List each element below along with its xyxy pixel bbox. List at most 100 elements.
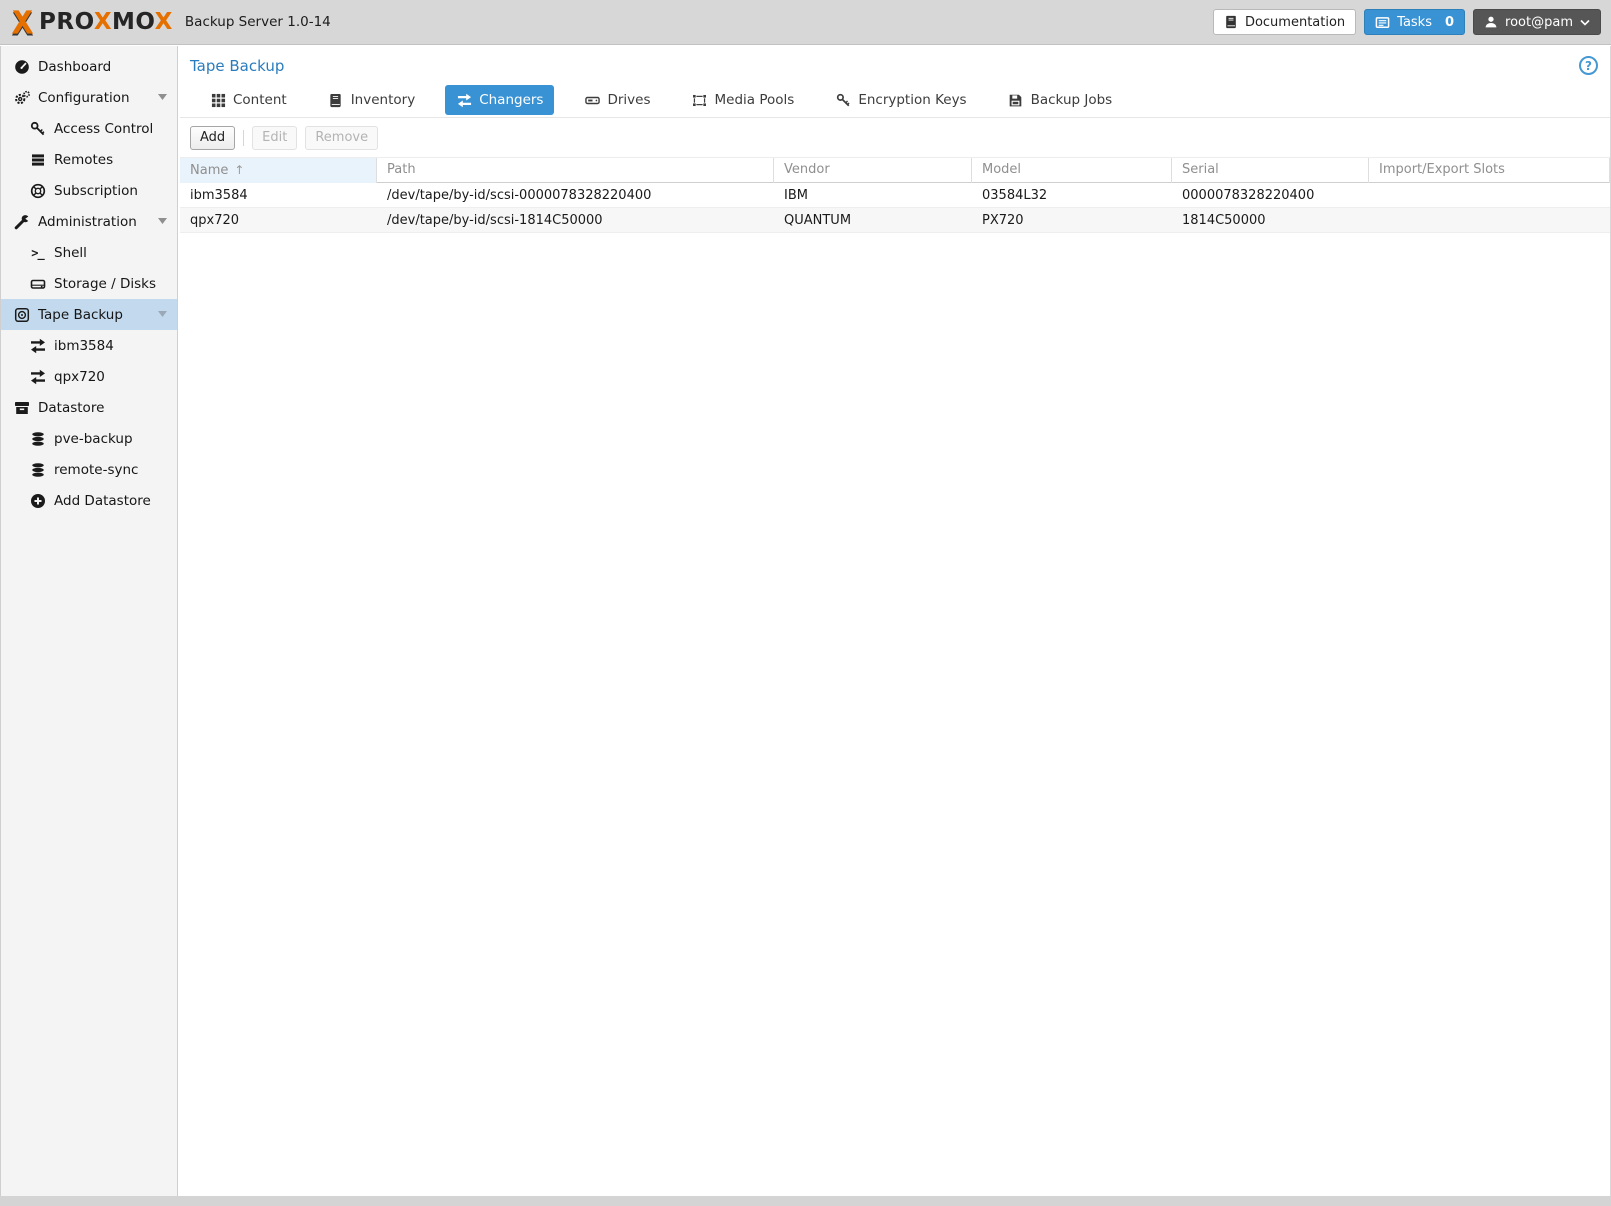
tape-drive-icon <box>584 92 600 108</box>
sidebar-item-label: Storage / Disks <box>54 276 156 292</box>
save-icon <box>1008 92 1024 108</box>
tab-label: Drives <box>607 92 650 108</box>
tab-bar: Content Inventory Changers Drives Media … <box>180 85 1610 118</box>
collapse-caret-icon[interactable] <box>158 94 167 100</box>
sidebar-item-storage-disks[interactable]: Storage / Disks <box>1 268 177 299</box>
wrench-icon <box>13 213 30 230</box>
sidebar-item-label: Configuration <box>38 90 130 106</box>
database-icon <box>29 461 46 478</box>
remove-button[interactable]: Remove <box>305 126 378 150</box>
archive-icon <box>13 399 30 416</box>
documentation-button[interactable]: Documentation <box>1213 9 1356 35</box>
gears-icon <box>13 89 30 106</box>
edit-button[interactable]: Edit <box>252 126 297 150</box>
key-icon <box>835 92 851 108</box>
plus-circle-icon <box>29 492 46 509</box>
book-icon <box>328 92 344 108</box>
user-icon <box>1484 15 1498 29</box>
tab-drives[interactable]: Drives <box>573 85 661 115</box>
toolbar-separator <box>243 130 244 146</box>
add-button[interactable]: Add <box>190 126 235 150</box>
sidebar-item-label: Datastore <box>38 400 104 416</box>
sidebar-item-label: Administration <box>38 214 137 230</box>
grid-icon <box>210 92 226 108</box>
tape-icon <box>13 306 30 323</box>
user-menu-button[interactable]: root@pam <box>1473 9 1601 35</box>
cell-import-export <box>1369 183 1610 208</box>
sidebar-item-datastore[interactable]: Datastore <box>1 392 177 423</box>
tab-label: Backup Jobs <box>1031 92 1113 108</box>
sidebar-item-label: ibm3584 <box>54 338 114 354</box>
tasks-button[interactable]: Tasks 0 <box>1364 9 1465 35</box>
cell-serial: 1814C50000 <box>1172 208 1369 233</box>
proxmox-x-icon <box>8 8 37 37</box>
database-icon <box>29 430 46 447</box>
tab-media-pools[interactable]: Media Pools <box>681 85 806 115</box>
tab-label: Media Pools <box>715 92 795 108</box>
sidebar-item-dashboard[interactable]: Dashboard <box>1 51 177 82</box>
cell-vendor: IBM <box>774 183 972 208</box>
tab-label: Encryption Keys <box>858 92 966 108</box>
sidebar-item-access-control[interactable]: Access Control <box>1 113 177 144</box>
cell-name: qpx720 <box>180 208 377 233</box>
sidebar-item-ibm3584[interactable]: ibm3584 <box>1 330 177 361</box>
exchange-icon <box>456 92 472 108</box>
product-title: Backup Server 1.0-14 <box>185 14 331 30</box>
column-header-import-export-slots[interactable]: Import/Export Slots <box>1369 158 1610 183</box>
task-list-icon <box>1375 15 1390 30</box>
dashboard-icon <box>13 58 30 75</box>
key-icon <box>29 120 46 137</box>
tab-content[interactable]: Content <box>199 85 298 115</box>
sidebar-item-add-datastore[interactable]: Add Datastore <box>1 485 177 516</box>
cell-model: PX720 <box>972 208 1172 233</box>
user-label: root@pam <box>1505 15 1573 30</box>
column-header-serial[interactable]: Serial <box>1172 158 1369 183</box>
collapse-caret-icon[interactable] <box>158 311 167 317</box>
window-bottom-edge <box>0 1196 1611 1206</box>
proxmox-wordmark: PROXMOX <box>39 9 173 35</box>
cell-path: /dev/tape/by-id/scsi-0000078328220400 <box>377 183 774 208</box>
hdd-icon <box>29 275 46 292</box>
column-header-vendor[interactable]: Vendor <box>774 158 972 183</box>
tab-changers[interactable]: Changers <box>445 85 554 115</box>
book-icon <box>1224 15 1238 29</box>
cell-import-export <box>1369 208 1610 233</box>
sidebar-item-label: remote-sync <box>54 462 138 478</box>
exchange-icon <box>29 368 46 385</box>
tab-label: Changers <box>479 92 543 108</box>
help-icon[interactable]: ? <box>1579 56 1598 75</box>
object-group-icon <box>692 92 708 108</box>
sidebar-item-subscription[interactable]: Subscription <box>1 175 177 206</box>
sidebar-item-label: Dashboard <box>38 59 111 75</box>
exchange-icon <box>29 337 46 354</box>
proxmox-logo: PROXMOX <box>8 8 173 37</box>
tab-backup-jobs[interactable]: Backup Jobs <box>997 85 1124 115</box>
tab-inventory[interactable]: Inventory <box>317 85 426 115</box>
tasks-label: Tasks <box>1397 15 1432 30</box>
list-icon <box>29 151 46 168</box>
sidebar-item-administration[interactable]: Administration <box>1 206 177 237</box>
page-title: Tape Backup <box>190 57 284 75</box>
sidebar-item-remotes[interactable]: Remotes <box>1 144 177 175</box>
cell-vendor: QUANTUM <box>774 208 972 233</box>
column-header-path[interactable]: Path <box>377 158 774 183</box>
column-header-model[interactable]: Model <box>972 158 1172 183</box>
sidebar-item-tape-backup[interactable]: Tape Backup <box>1 299 177 330</box>
main-panel: Tape Backup ? Content Inventory Changers <box>180 46 1611 1196</box>
collapse-caret-icon[interactable] <box>158 218 167 224</box>
sidebar-item-label: pve-backup <box>54 431 133 447</box>
table-row[interactable]: ibm3584 /dev/tape/by-id/scsi-00000783282… <box>180 183 1610 208</box>
top-header: PROXMOX Backup Server 1.0-14 Documentati… <box>0 0 1611 45</box>
column-header-name[interactable]: Name↑ <box>180 158 377 183</box>
tasks-count-badge: 0 <box>1445 15 1454 30</box>
sidebar-item-label: Access Control <box>54 121 153 137</box>
sidebar-item-remote-sync[interactable]: remote-sync <box>1 454 177 485</box>
sidebar-item-qpx720[interactable]: qpx720 <box>1 361 177 392</box>
sidebar-item-label: Subscription <box>54 183 138 199</box>
table-row[interactable]: qpx720 /dev/tape/by-id/scsi-1814C50000 Q… <box>180 208 1610 233</box>
sidebar-item-shell[interactable]: >_ Shell <box>1 237 177 268</box>
cell-serial: 0000078328220400 <box>1172 183 1369 208</box>
tab-encryption-keys[interactable]: Encryption Keys <box>824 85 977 115</box>
sidebar-item-pve-backup[interactable]: pve-backup <box>1 423 177 454</box>
sidebar-item-configuration[interactable]: Configuration <box>1 82 177 113</box>
